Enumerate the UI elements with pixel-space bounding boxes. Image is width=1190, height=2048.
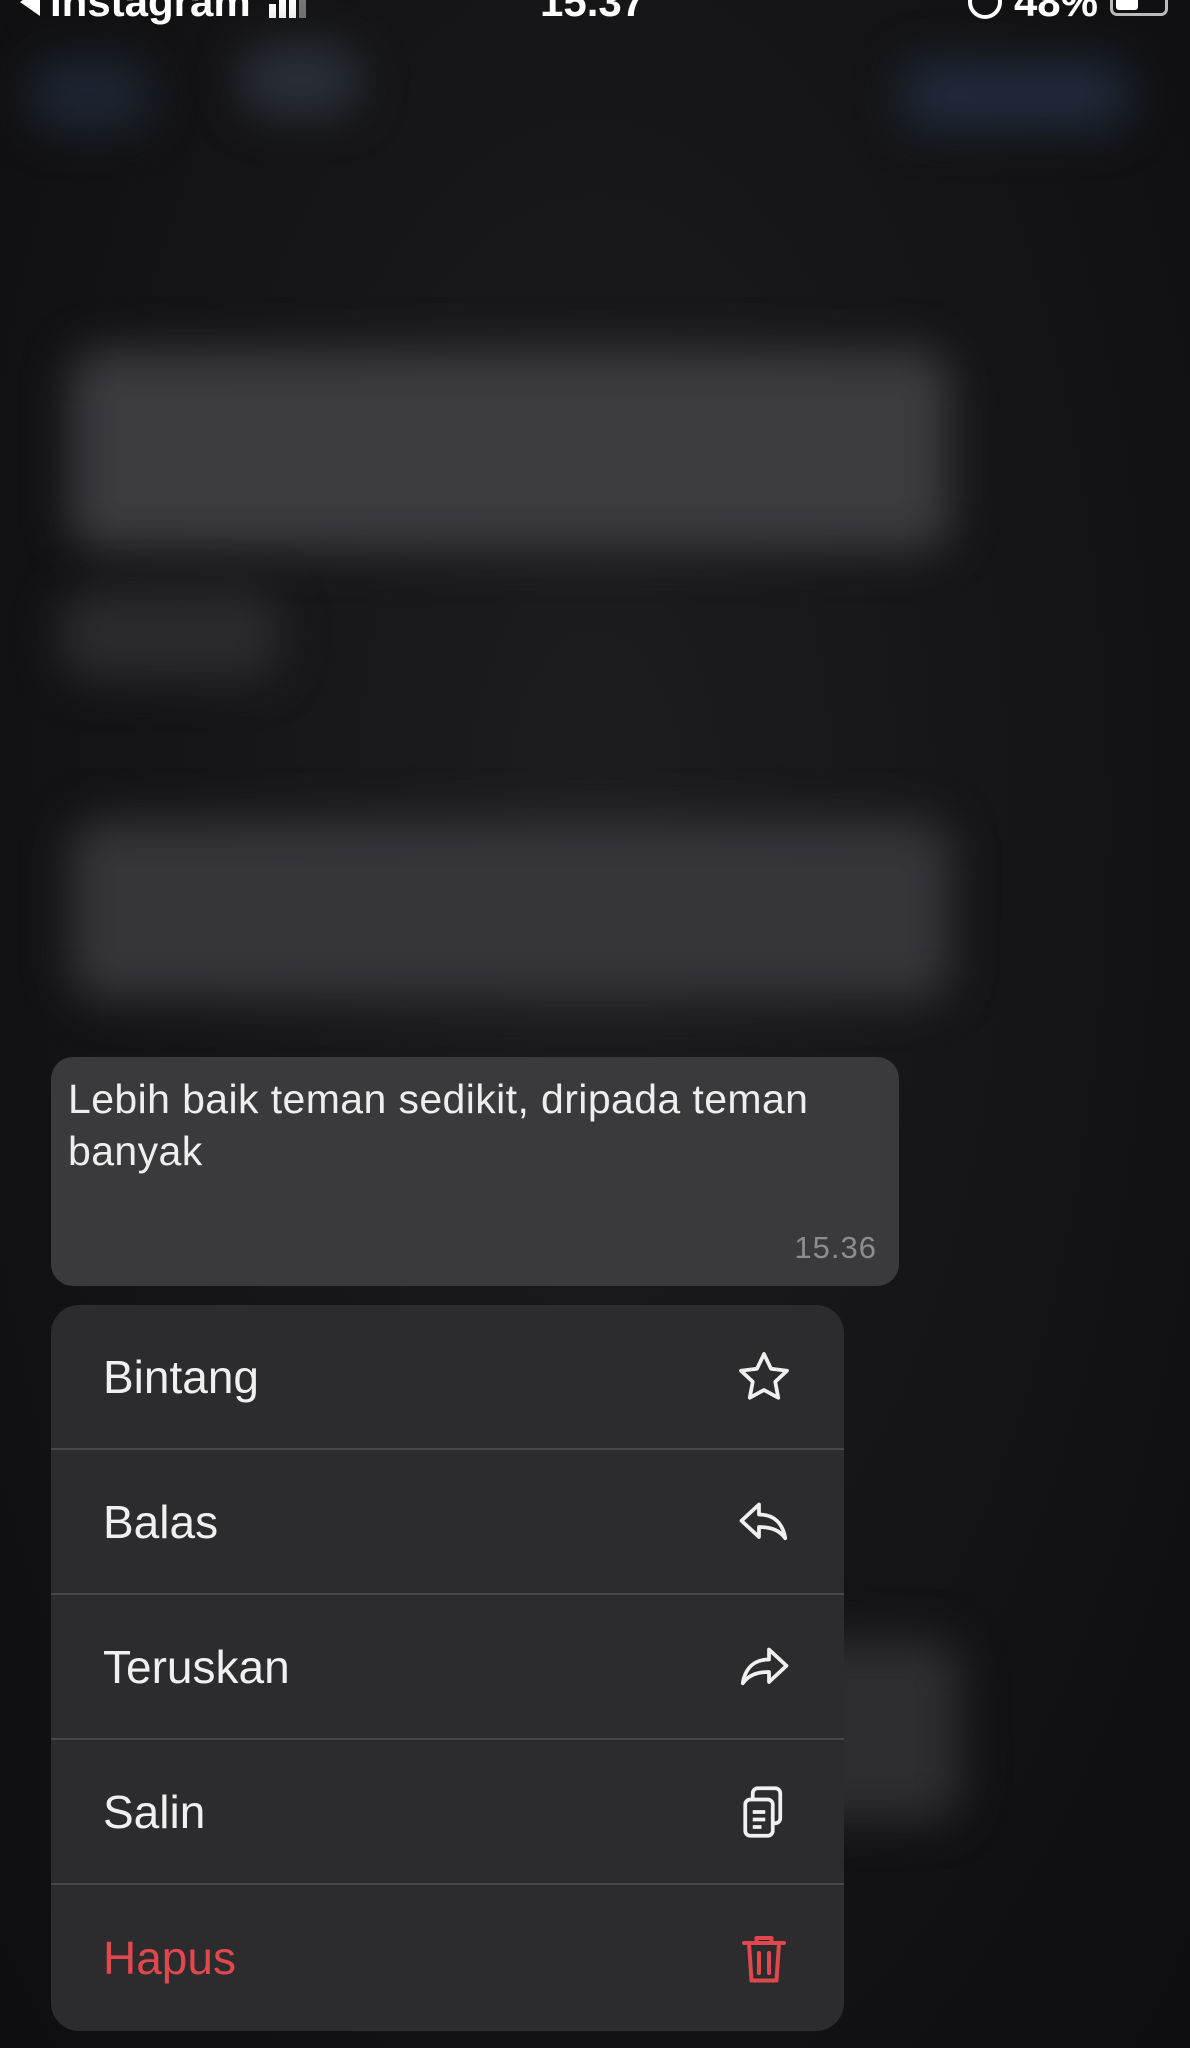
menu-item-label: Hapus xyxy=(103,1931,236,1984)
blurred-background xyxy=(30,60,150,130)
message-time: 15.36 xyxy=(794,1230,877,1265)
orientation-lock-icon xyxy=(967,0,1002,19)
message-text: Lebih baik teman sedikit, dripada teman … xyxy=(68,1076,809,1174)
menu-item-label: Salin xyxy=(103,1785,206,1838)
context-menu: Bintang Balas Teruskan Salin Hapus xyxy=(51,1305,844,2031)
status-bar: Instagram 15.37 48% xyxy=(0,0,1190,25)
battery-percent: 48% xyxy=(1013,0,1098,25)
menu-item-label: Teruskan xyxy=(103,1640,290,1693)
blurred-background xyxy=(900,60,1130,130)
status-time: 15.37 xyxy=(540,0,646,25)
blurred-message xyxy=(70,350,950,550)
screen: Instagram 15.37 48% Lebih baik teman sed… xyxy=(0,0,1190,2048)
blurred-message xyxy=(60,590,280,680)
reply-icon xyxy=(732,1490,796,1554)
battery-icon xyxy=(1110,0,1168,16)
menu-item-forward[interactable]: Teruskan xyxy=(51,1595,844,1740)
menu-item-label: Balas xyxy=(103,1495,219,1548)
back-app-label: Instagram xyxy=(50,0,251,25)
menu-item-copy[interactable]: Salin xyxy=(51,1740,844,1885)
wifi-icon xyxy=(330,0,368,26)
signal-icon xyxy=(268,0,306,18)
star-icon xyxy=(732,1345,796,1409)
blurred-message xyxy=(70,820,950,1000)
back-arrow-icon xyxy=(20,0,40,16)
menu-item-reply[interactable]: Balas xyxy=(51,1450,844,1595)
forward-icon xyxy=(732,1635,796,1699)
battery-level-fill xyxy=(1116,0,1138,10)
trash-icon xyxy=(732,1926,796,1990)
copy-icon xyxy=(732,1780,796,1844)
menu-item-delete[interactable]: Hapus xyxy=(51,1885,844,2030)
selected-message-bubble[interactable]: Lebih baik teman sedikit, dripada teman … xyxy=(51,1057,899,1286)
back-to-app-button[interactable]: Instagram xyxy=(20,0,306,26)
menu-item-star[interactable]: Bintang xyxy=(51,1305,844,1450)
blurred-background xyxy=(240,45,360,115)
menu-item-label: Bintang xyxy=(103,1350,260,1403)
